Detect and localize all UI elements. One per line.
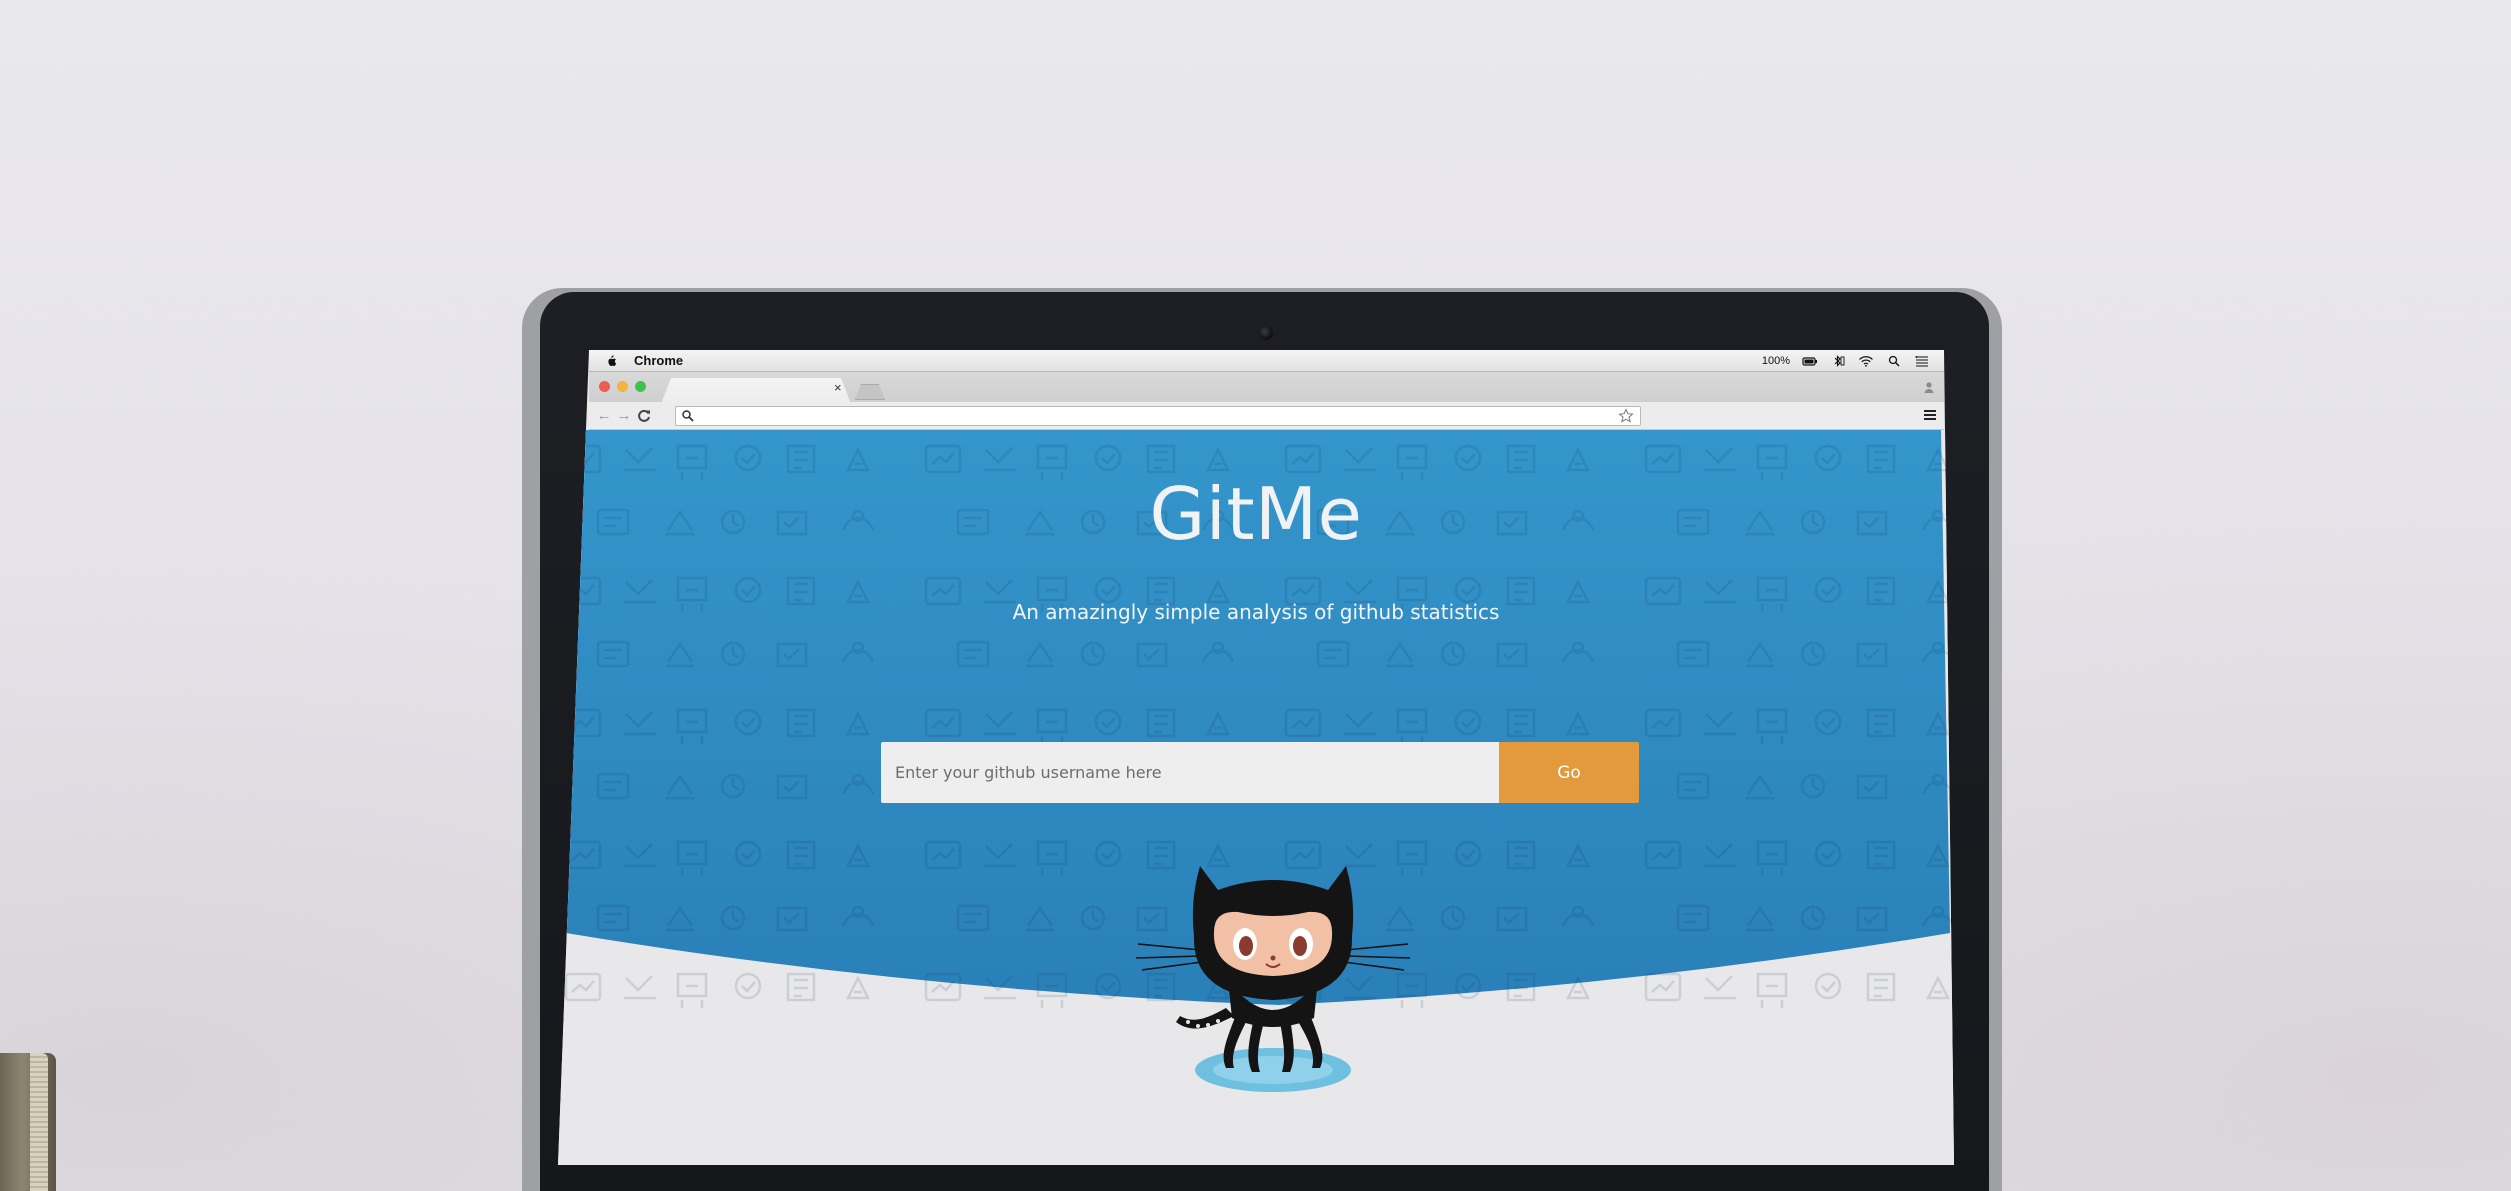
menu-app-name[interactable]: Chrome [634, 353, 683, 368]
battery-icon[interactable] [1802, 355, 1818, 367]
browser-tab[interactable] [661, 378, 851, 404]
chrome-tabstrip: × [589, 372, 1944, 404]
tagline: An amazingly simple analysis of github s… [1012, 600, 1500, 624]
reload-icon[interactable] [635, 407, 653, 425]
star-icon[interactable] [1618, 408, 1634, 424]
search-icon [682, 410, 694, 422]
new-tab-button[interactable] [855, 384, 885, 400]
book-stack [0, 1053, 56, 1191]
close-window-button[interactable] [599, 381, 610, 392]
laptop-screen: Chrome 100% × ← → GitMe An amazingly sim… [558, 350, 1954, 1165]
go-button[interactable]: Go [1499, 742, 1639, 803]
maximize-window-button[interactable] [635, 381, 646, 392]
camera-icon [1259, 326, 1273, 340]
spotlight-icon[interactable] [1886, 355, 1902, 367]
list-icon[interactable] [1914, 355, 1930, 367]
battery-percent: 100% [1761, 354, 1790, 367]
wifi-icon[interactable] [1858, 355, 1874, 367]
chrome-toolbar: ← → [589, 402, 1944, 430]
back-button[interactable]: ← [595, 407, 613, 425]
username-input[interactable] [881, 742, 1499, 803]
mac-menubar: Chrome 100% [589, 350, 1944, 372]
menubar-status: 100% [1762, 355, 1930, 367]
address-bar[interactable] [675, 406, 1641, 426]
minimize-window-button[interactable] [617, 381, 628, 392]
profile-icon[interactable] [1922, 380, 1936, 394]
tab-close-button[interactable]: × [834, 380, 842, 395]
forward-button[interactable]: → [615, 407, 633, 425]
apple-icon[interactable] [604, 354, 618, 368]
web-page: GitMe An amazingly simple analysis of gi… [558, 430, 1954, 1165]
menu-icon[interactable] [1922, 408, 1938, 422]
octocat-mascot [1135, 866, 1411, 1092]
bluetooth-icon[interactable] [1830, 354, 1846, 367]
brand-title: GitMe [1149, 472, 1363, 556]
username-search-form: Go [881, 742, 1639, 803]
